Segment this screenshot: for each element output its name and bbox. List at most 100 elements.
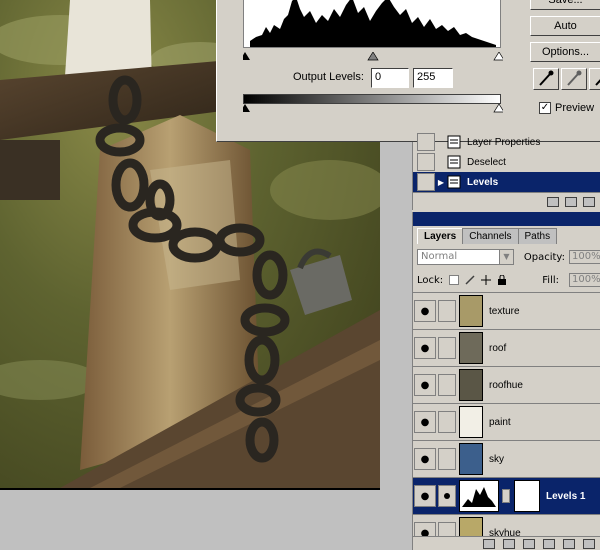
layer-name: roofhue (489, 379, 523, 391)
output-levels-slider[interactable] (243, 104, 503, 114)
layer-thumbnail (459, 332, 483, 364)
layer-row[interactable]: ● roofhue (413, 367, 600, 404)
history-snapshot-box[interactable] (417, 153, 435, 171)
eye-icon[interactable]: ● (414, 411, 436, 433)
tab-paths[interactable]: Paths (517, 228, 558, 244)
output-levels-label: Output Levels: (293, 71, 364, 83)
opacity-field[interactable]: 100% (569, 250, 600, 264)
new-group-icon[interactable] (523, 538, 535, 549)
chevron-down-icon[interactable]: ▼ (498, 250, 513, 264)
layer-thumbnail (459, 369, 483, 401)
layer-link-box[interactable] (438, 411, 456, 433)
blend-mode-select[interactable]: Normal ▼ (417, 249, 514, 265)
layer-name: texture (489, 305, 520, 317)
layer-thumbnail (459, 443, 483, 475)
histogram-graph (250, 0, 496, 47)
output-max-field[interactable]: 255 (413, 68, 453, 88)
eye-icon[interactable]: ● (414, 448, 436, 470)
layer-row[interactable]: ● skyhue (413, 515, 600, 536)
preview-option[interactable]: ✓ Preview (539, 102, 594, 114)
output-black-handle (243, 104, 250, 112)
new-layer-icon[interactable] (563, 538, 575, 549)
history-state-arrow-icon: ▶ (437, 177, 445, 187)
history-footer (413, 192, 600, 210)
layer-list: ● texture ● roof ● roofhue ● paint ● sky… (413, 292, 600, 536)
history-item[interactable]: Layer Properties (413, 132, 600, 152)
history-snapshot-box[interactable] (417, 173, 435, 191)
layers-titlebar[interactable] (413, 212, 600, 226)
blend-row: Normal ▼ Opacity: 100% (417, 248, 600, 266)
histogram-icon (462, 487, 496, 507)
history-snapshot-box[interactable] (417, 133, 435, 151)
layer-mask-thumbnail[interactable] (514, 480, 540, 512)
lock-brush-icon[interactable] (465, 275, 475, 285)
output-min-field[interactable]: 0 (371, 68, 409, 88)
chain-link-icon[interactable] (502, 489, 510, 503)
tab-layers[interactable]: Layers (417, 228, 464, 244)
trash-icon[interactable] (583, 538, 595, 549)
new-adjustment-layer-icon[interactable] (543, 538, 555, 549)
layer-name: sky (489, 453, 504, 465)
history-item[interactable]: Deselect (413, 152, 600, 172)
history-item-label: Layer Properties (467, 136, 541, 148)
history-step-icon (447, 175, 461, 189)
layer-name: Levels 1 (546, 490, 586, 502)
add-mask-icon[interactable] (503, 538, 515, 549)
eye-icon[interactable]: ● (414, 374, 436, 396)
layer-link-box[interactable] (438, 300, 456, 322)
fill-field[interactable]: 100% (569, 273, 600, 287)
opacity-label: Opacity: (523, 251, 565, 263)
delete-state-icon[interactable] (583, 196, 595, 207)
output-white-handle (493, 104, 503, 113)
white-eyedropper-button[interactable] (589, 68, 600, 90)
layer-link-box[interactable] (438, 337, 456, 359)
layer-style-icon[interactable] (483, 538, 495, 549)
eye-icon[interactable]: ● (414, 485, 436, 507)
lock-label: Lock: (417, 274, 444, 286)
lock-all-icon[interactable] (497, 275, 507, 285)
lock-row: Lock: Fill: 100% (417, 272, 600, 288)
canvas-shadow (0, 488, 380, 490)
layer-link-box[interactable] (438, 485, 456, 507)
layer-link-box[interactable] (438, 448, 456, 470)
eye-icon[interactable]: ● (414, 337, 436, 359)
layer-row[interactable]: ● paint (413, 404, 600, 441)
input-black-point-handle (243, 52, 250, 60)
layer-link-box[interactable] (438, 374, 456, 396)
layer-name: roof (489, 342, 507, 354)
eye-icon[interactable]: ● (414, 522, 436, 536)
tab-channels[interactable]: Channels (462, 228, 519, 244)
workspace-background-bottom (0, 488, 412, 550)
fill-label: Fill: (542, 274, 559, 286)
new-document-from-state-icon[interactable] (547, 196, 559, 207)
preview-checkbox[interactable]: ✓ (539, 102, 551, 114)
layers-footer (413, 536, 600, 550)
history-item-label: Levels (467, 176, 499, 188)
levels-histogram (243, 0, 501, 48)
eyedropper-black-icon (539, 70, 554, 86)
layer-row[interactable]: ● texture (413, 293, 600, 330)
lock-move-icon[interactable] (481, 275, 492, 285)
auto-button[interactable]: Auto (530, 16, 600, 36)
new-snapshot-icon[interactable] (565, 196, 577, 207)
layer-row[interactable]: ● roof (413, 330, 600, 367)
layer-row-selected[interactable]: ● Levels 1 (413, 478, 600, 515)
lock-transparency-icon[interactable] (449, 275, 460, 285)
layer-row[interactable]: ● sky (413, 441, 600, 478)
gray-eyedropper-button[interactable] (561, 68, 587, 90)
levels-adjustment-thumbnail (459, 480, 499, 512)
layer-link-box[interactable] (438, 522, 456, 536)
options-button[interactable]: Options... (530, 42, 600, 62)
output-levels-gradient (243, 94, 501, 104)
eye-icon[interactable]: ● (414, 300, 436, 322)
layers-palette: Layers Channels Paths Normal ▼ Opacity: … (412, 212, 600, 550)
black-eyedropper-button[interactable] (533, 68, 559, 90)
history-item-selected[interactable]: ▶ Levels (413, 172, 600, 192)
history-step-icon (447, 155, 461, 169)
brush-icon (444, 493, 450, 499)
history-step-icon (447, 135, 461, 149)
layer-name: skyhue (489, 527, 521, 537)
save-button[interactable]: Save... (530, 0, 600, 10)
input-levels-slider[interactable] (243, 52, 503, 62)
eyedropper-gray-icon (567, 70, 582, 86)
